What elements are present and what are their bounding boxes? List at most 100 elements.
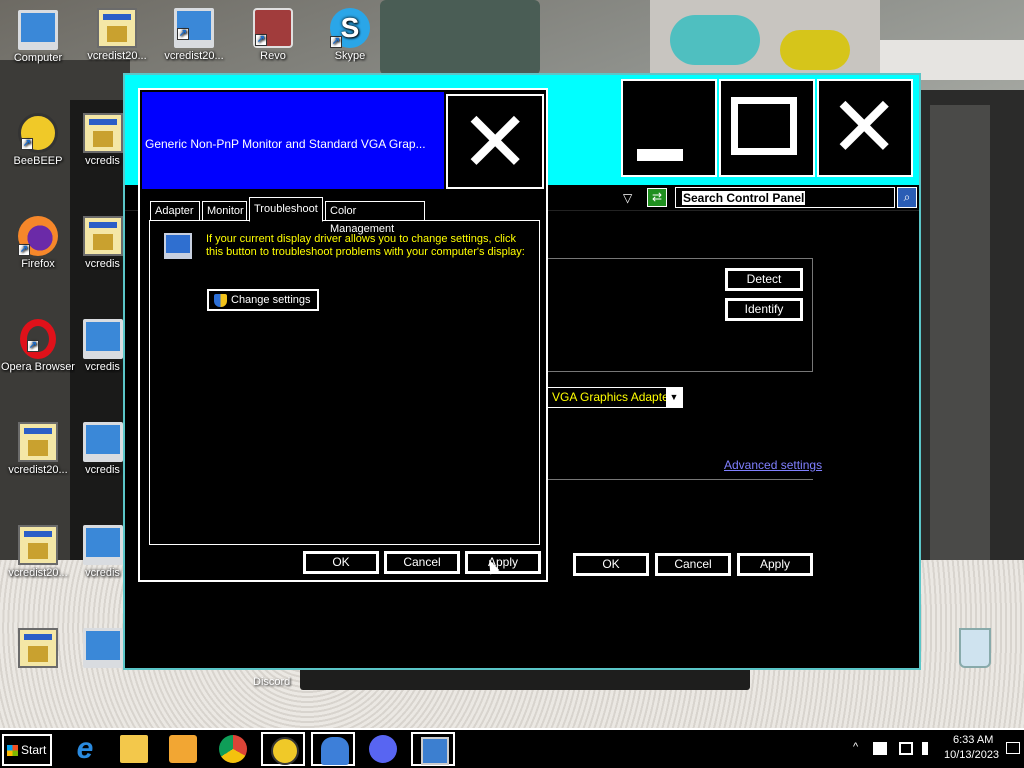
- revo-icon: ↗: [253, 8, 293, 48]
- dialog-ok-button[interactable]: OK: [302, 550, 380, 575]
- dialog-cancel-button[interactable]: Cancel: [383, 550, 461, 575]
- desktop-icon-revo[interactable]: ↗ Revo: [236, 8, 310, 62]
- network-icon[interactable]: [899, 742, 913, 755]
- desktop-icon-vcredist[interactable]: vcredis: [75, 422, 130, 476]
- dialog-title-bar[interactable]: Generic Non-PnP Monitor and Standard VGA…: [142, 92, 444, 189]
- desktop-icon-beebeep[interactable]: ↗ BeeBEEP: [1, 113, 75, 167]
- desktop-icon-installer[interactable]: [1, 628, 75, 670]
- desktop-icon-vcredist[interactable]: vcredist20...: [80, 8, 154, 62]
- background-monitor-screen: [930, 105, 990, 565]
- search-input[interactable]: Search Control Panel: [675, 187, 895, 208]
- computer-icon: [18, 10, 58, 50]
- tab-troubleshoot[interactable]: Troubleshoot: [249, 197, 323, 222]
- control-panel-icon: [421, 737, 449, 765]
- desktop-icon-label-discord: Discord: [253, 676, 291, 688]
- desktop-icon-vcredist[interactable]: ↗ vcredist20...: [157, 8, 231, 62]
- taskbar-file-explorer[interactable]: [112, 732, 156, 766]
- desktop-icon-vcredist[interactable]: vcredis: [75, 319, 130, 373]
- close-icon: ✕: [460, 93, 531, 191]
- show-desktop-icon[interactable]: [1006, 742, 1020, 754]
- clock-date[interactable]: 10/13/2023: [944, 749, 999, 761]
- volume-muted-icon[interactable]: [922, 742, 936, 755]
- search-placeholder: Search Control Panel: [682, 191, 806, 205]
- detect-button[interactable]: Detect: [724, 267, 804, 292]
- desktop-icon-vcredist[interactable]: vcredis: [75, 216, 130, 270]
- desktop-icon-vcredist[interactable]: vcredist20...: [1, 525, 75, 579]
- taskbar-control-panel[interactable]: [411, 732, 455, 766]
- desktop-icon-vcredist[interactable]: vcredist20...: [1, 422, 75, 476]
- desktop-icon-label: vcredis: [85, 258, 120, 270]
- windows-logo-icon: [7, 745, 18, 756]
- background-object: [670, 15, 760, 65]
- clock-time[interactable]: 6:33 AM: [953, 734, 993, 746]
- installer-icon: [18, 525, 58, 565]
- desktop-icon-skype[interactable]: S ↗ Skype: [313, 8, 387, 62]
- desktop-icon-opera[interactable]: ↗ Opera Browser: [1, 319, 75, 373]
- dialog-title: Generic Non-PnP Monitor and Standard VGA…: [145, 137, 426, 151]
- installer-icon: [82, 113, 123, 153]
- installer-icon: [97, 8, 137, 48]
- troubleshoot-instructions: If your current display driver allows yo…: [206, 233, 525, 258]
- beebeep-icon: [271, 737, 299, 765]
- tab-color-management[interactable]: Color Management: [325, 201, 425, 235]
- dialog-apply-button[interactable]: Apply: [464, 550, 542, 575]
- shortcut-arrow-icon: ↗: [255, 34, 267, 46]
- firefox-icon: ↗: [18, 216, 58, 256]
- maximize-icon: [731, 97, 797, 155]
- file-explorer-icon: [120, 735, 148, 763]
- maximize-button[interactable]: [719, 79, 815, 177]
- desktop-icon-label: vcredis: [85, 567, 120, 579]
- tab-adapter[interactable]: Adapter: [150, 201, 200, 221]
- advanced-settings-link[interactable]: Advanced settings: [724, 458, 822, 472]
- display-adapter-value: VGA Graphics Adapter: [552, 390, 673, 404]
- start-button[interactable]: Start: [2, 734, 52, 766]
- taskbar-media-player[interactable]: [161, 732, 205, 766]
- taskbar-discord[interactable]: [361, 732, 405, 766]
- ok-button[interactable]: OK: [572, 552, 650, 577]
- identify-button[interactable]: Identify: [724, 297, 804, 322]
- action-center-flag-icon[interactable]: [873, 742, 887, 755]
- desktop-icon-label: vcredist20...: [8, 567, 68, 579]
- internet-explorer-icon: e: [76, 732, 94, 765]
- taskbar-bird-app[interactable]: [311, 732, 355, 766]
- desktop-icon-vcredist[interactable]: vcredis: [75, 113, 130, 167]
- taskbar-internet-explorer[interactable]: e: [63, 732, 107, 766]
- dialog-close-button[interactable]: ✕: [446, 93, 544, 191]
- taskbar: Start e ^ 6:33 AM 10/13/2023: [0, 728, 1024, 768]
- installer-icon: ↗: [174, 8, 214, 48]
- cancel-button[interactable]: Cancel: [654, 552, 732, 577]
- installer-icon: [82, 319, 123, 359]
- desktop-icon-vcredist[interactable]: vcredis: [75, 525, 130, 579]
- bird-app-icon: [321, 737, 349, 765]
- display-adapter-select[interactable]: VGA Graphics Adapter ▼: [547, 387, 683, 408]
- tab-monitor[interactable]: Monitor: [202, 201, 247, 221]
- desktop-icon-recycle-bin[interactable]: [938, 628, 1012, 670]
- shortcut-arrow-icon: ↗: [177, 28, 189, 40]
- close-button[interactable]: ✕: [817, 79, 913, 177]
- chrome-icon: [219, 735, 247, 763]
- shortcut-arrow-icon: ↗: [27, 340, 39, 352]
- chevron-down-icon[interactable]: ▽: [623, 191, 632, 205]
- desktop-icon-label: vcredist20...: [164, 50, 224, 62]
- installer-icon: [18, 628, 58, 668]
- taskbar-chrome[interactable]: [211, 732, 255, 766]
- apply-button[interactable]: Apply: [736, 552, 814, 577]
- desktop-icon-installer[interactable]: [75, 628, 130, 670]
- refresh-button[interactable]: ⇄: [647, 188, 667, 207]
- desktop-icon-label: vcredist20...: [87, 50, 147, 62]
- minimize-button[interactable]: [621, 79, 717, 177]
- skype-icon: S ↗: [330, 8, 370, 48]
- desktop-icon-label: Firefox: [21, 258, 55, 270]
- change-settings-button[interactable]: Change settings: [207, 289, 319, 311]
- desktop-icon-label: Computer: [13, 52, 63, 64]
- desktop-icon-firefox[interactable]: ↗ Firefox: [1, 216, 75, 270]
- search-icon[interactable]: ⌕: [897, 187, 917, 208]
- troubleshoot-panel: If your current display driver allows yo…: [149, 220, 540, 545]
- desktop-icon-label: vcredis: [85, 155, 120, 167]
- show-hidden-icons-chevron[interactable]: ^: [853, 741, 858, 753]
- shortcut-arrow-icon: ↗: [18, 244, 30, 256]
- installer-icon: [82, 422, 123, 462]
- taskbar-beebeep[interactable]: [261, 732, 305, 766]
- desktop-icon-computer[interactable]: Computer: [1, 10, 75, 64]
- desktop-icon-label: BeeBEEP: [13, 155, 63, 167]
